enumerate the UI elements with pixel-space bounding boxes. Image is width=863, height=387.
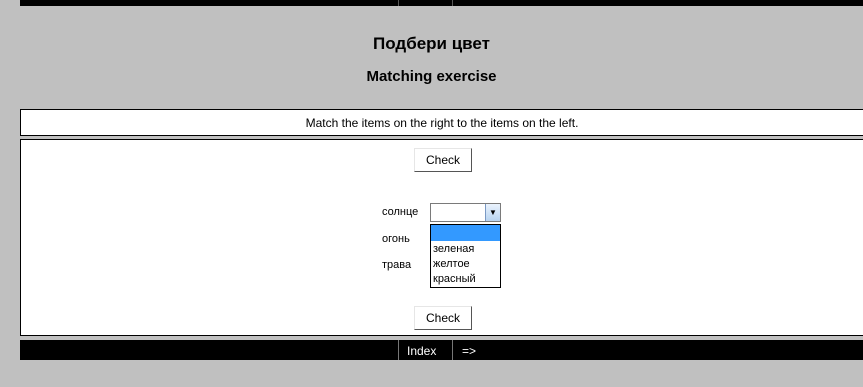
next-link[interactable]: => [462,340,476,360]
top-nav-bar [20,0,863,6]
dropdown-arrow-icon[interactable]: ▼ [485,204,500,221]
answer-select-sun[interactable]: ▼ [430,203,501,222]
dropdown-list: зеленая желтое красный [430,224,501,288]
dropdown-option[interactable]: красный [431,273,500,286]
item-label-fire: огонь [382,233,410,245]
dropdown-option-blank[interactable] [431,225,500,241]
page-title: Подбери цвет [373,34,490,53]
top-nav-separator [398,0,399,6]
check-button-top[interactable]: Check [414,148,472,172]
exercise-panel: Check солнце огонь трава ▼ зеленая желто… [20,139,863,336]
instructions-box: Match the items on the right to the item… [20,109,863,136]
nav-separator [452,340,453,360]
index-link[interactable]: Index [407,340,436,360]
check-button-bottom[interactable]: Check [414,306,472,330]
dropdown-option[interactable]: зеленая [431,243,500,256]
nav-separator [398,340,399,360]
page-subtitle: Matching exercise [366,68,497,85]
bottom-nav-bar: Index => [20,340,863,360]
instructions-text: Match the items on the right to the item… [305,116,579,130]
item-label-sun: солнце [382,206,419,218]
dropdown-option[interactable]: желтое [431,258,500,271]
item-label-grass: трава [382,259,412,271]
top-nav-separator [452,0,453,6]
